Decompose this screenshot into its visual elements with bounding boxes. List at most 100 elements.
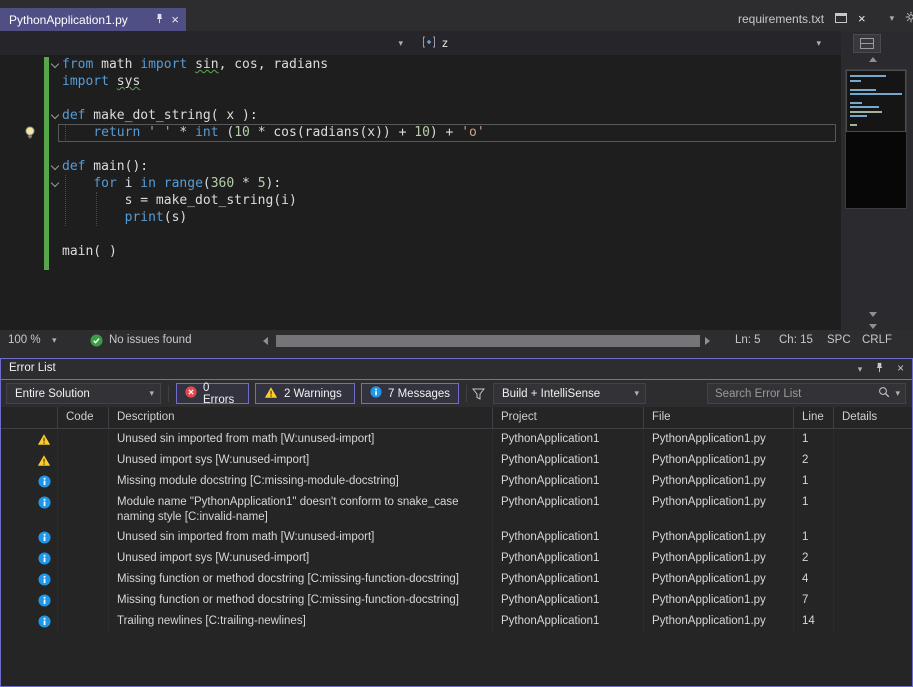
chevron-down-icon[interactable]: ▾ <box>52 336 57 345</box>
error-row[interactable]: Missing module docstring [C:missing-modu… <box>1 471 912 492</box>
scope-dropdown[interactable]: Entire Solution ▾ <box>6 383 161 404</box>
code-token: ( <box>219 125 235 140</box>
member-dropdown[interactable]: z ▾ <box>413 33 830 53</box>
code-line[interactable]: s = make_dot_string(i) <box>62 192 485 209</box>
code-token: in <box>140 176 156 191</box>
code-line[interactable]: def main(): <box>62 158 485 175</box>
code-line[interactable]: return ' ' * int (10 * cos(radians(x)) +… <box>62 124 485 141</box>
error-row[interactable]: Unused import sys [W:unused-import]Pytho… <box>1 548 912 569</box>
toolbar-separator <box>466 385 467 402</box>
search-input[interactable] <box>715 388 873 400</box>
code-line[interactable]: def make_dot_string( x ): <box>62 107 485 124</box>
header-severity[interactable] <box>1 407 58 428</box>
keep-open-icon[interactable] <box>835 12 847 26</box>
code-line[interactable] <box>62 226 485 243</box>
code-token: ' ' <box>148 125 171 140</box>
panel-title-bar[interactable]: Error List ▾ × <box>1 359 912 379</box>
close-icon[interactable]: × <box>897 363 904 375</box>
minimap[interactable] <box>845 69 907 209</box>
project-dropdown[interactable]: ▾ <box>1 33 411 53</box>
header-file[interactable]: File <box>644 407 794 428</box>
code-line[interactable]: main( ) <box>62 243 485 260</box>
header-code[interactable]: Code <box>58 407 109 428</box>
warnings-filter-button[interactable]: 2 Warnings <box>255 383 355 404</box>
code-line[interactable]: print(s) <box>62 209 485 226</box>
indent-mode[interactable]: SPC <box>827 334 851 346</box>
scrollbar-map[interactable] <box>841 31 913 330</box>
code-cell <box>58 450 109 471</box>
fold-chevron-icon[interactable] <box>51 180 59 188</box>
code-editor[interactable]: from math import sin, cos, radiansimport… <box>0 55 841 330</box>
code-line[interactable] <box>62 90 485 107</box>
code-line[interactable]: import sys <box>62 73 485 90</box>
info-icon <box>38 531 51 544</box>
code-token: return <box>93 125 140 140</box>
close-icon[interactable]: × <box>858 12 866 25</box>
description-cell: Missing module docstring [C:missing-modu… <box>109 471 493 492</box>
code-line[interactable] <box>62 141 485 158</box>
code-line[interactable]: for i in range(360 * 5): <box>62 175 485 192</box>
error-row[interactable]: Module name "PythonApplication1" doesn't… <box>1 492 912 527</box>
header-description[interactable]: Description <box>109 407 493 428</box>
error-row[interactable]: Unused sin imported from math [W:unused-… <box>1 429 912 450</box>
scroll-down-icon[interactable] <box>869 312 877 317</box>
split-editor-button[interactable] <box>853 34 881 53</box>
details-cell <box>834 569 912 590</box>
chevron-down-icon[interactable]: ▾ <box>895 389 900 398</box>
messages-filter-button[interactable]: 7 Messages <box>361 383 459 404</box>
code-token: import <box>62 74 109 89</box>
fold-chevron-icon[interactable] <box>51 112 59 120</box>
header-project[interactable]: Project <box>493 407 644 428</box>
scroll-up-icon[interactable] <box>869 57 877 62</box>
pin-icon[interactable] <box>155 13 164 27</box>
fold-chevron-icon[interactable] <box>51 163 59 171</box>
tab-right-group: requirements.txt × ▾ <box>738 11 913 26</box>
code-token: math <box>93 57 140 72</box>
scroll-right-icon[interactable] <box>705 337 710 345</box>
info-icon <box>38 573 51 586</box>
zoom-level[interactable]: 100 % <box>8 334 41 346</box>
filter-icon[interactable] <box>472 387 485 405</box>
scope-value: Entire Solution <box>15 388 90 400</box>
error-icon <box>185 386 197 401</box>
search-icon[interactable] <box>878 385 890 403</box>
settings-gear-icon[interactable] <box>905 11 913 26</box>
scrollbar-thumb[interactable] <box>276 335 700 347</box>
tab-list-chevron-icon[interactable]: ▾ <box>890 14 895 23</box>
pin-icon[interactable] <box>875 362 884 376</box>
error-rows: Unused sin imported from math [W:unused-… <box>1 429 912 686</box>
info-icon <box>38 594 51 607</box>
symbol-icon <box>422 36 436 51</box>
scroll-left-icon[interactable] <box>263 337 268 345</box>
fold-chevron-icon[interactable] <box>51 61 59 69</box>
window-position-chevron-icon[interactable]: ▾ <box>858 365 863 374</box>
error-row[interactable]: Missing function or method docstring [C:… <box>1 590 912 611</box>
minimap-line <box>850 75 886 77</box>
toolbar-separator <box>168 385 169 402</box>
search-box[interactable]: ▾ <box>707 383 906 404</box>
severity-cell <box>1 492 58 527</box>
error-row[interactable]: Trailing newlines [C:trailing-newlines]P… <box>1 611 912 632</box>
line-cell: 1 <box>794 527 834 548</box>
health-status[interactable]: No issues found <box>109 334 191 346</box>
header-line[interactable]: Line <box>794 407 834 428</box>
code-token: * <box>234 176 257 191</box>
project-cell: PythonApplication1 <box>493 569 644 590</box>
tab-requirements[interactable]: requirements.txt <box>738 12 824 26</box>
close-icon[interactable]: × <box>171 13 179 26</box>
errors-filter-button[interactable]: 0 Errors <box>176 383 249 404</box>
project-cell: PythonApplication1 <box>493 590 644 611</box>
code-cell <box>58 590 109 611</box>
error-row[interactable]: Unused sin imported from math [W:unused-… <box>1 527 912 548</box>
line-ending[interactable]: CRLF <box>862 334 892 346</box>
header-details[interactable]: Details <box>834 407 912 428</box>
error-row[interactable]: Missing function or method docstring [C:… <box>1 569 912 590</box>
description-cell: Unused sin imported from math [W:unused-… <box>109 429 493 450</box>
warning-icon <box>264 386 278 402</box>
scroll-down-icon[interactable] <box>869 324 877 329</box>
source-dropdown[interactable]: Build + IntelliSense ▾ <box>493 383 646 404</box>
code-line[interactable]: from math import sin, cos, radians <box>62 56 485 73</box>
error-row[interactable]: Unused import sys [W:unused-import]Pytho… <box>1 450 912 471</box>
tab-pythonapplication1[interactable]: PythonApplication1.py × <box>0 8 186 31</box>
horizontal-scrollbar[interactable] <box>276 335 700 347</box>
